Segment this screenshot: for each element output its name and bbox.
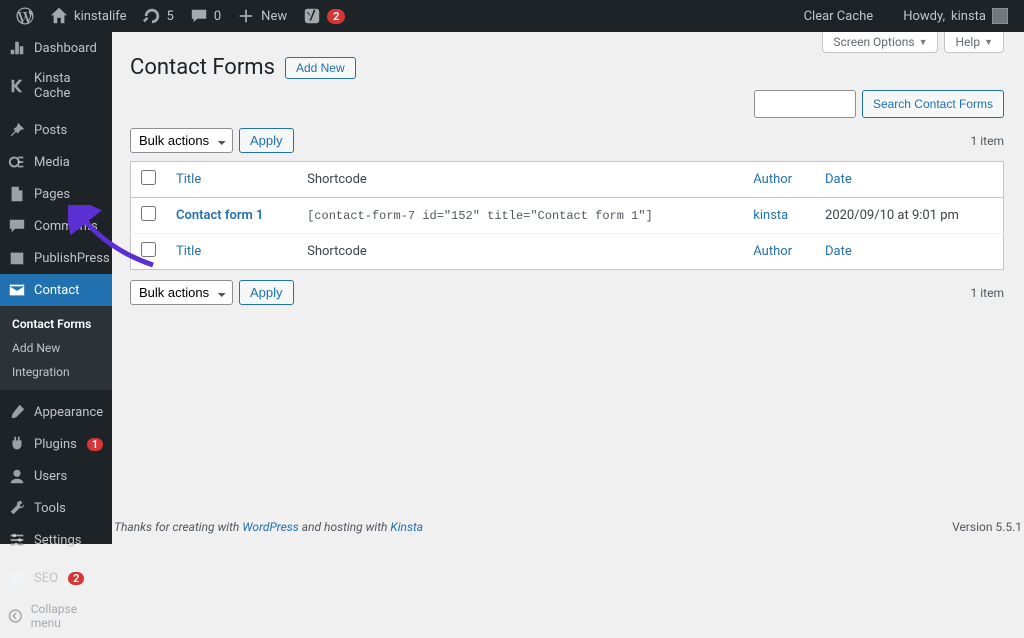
col-shortcode-foot: Shortcode bbox=[297, 234, 743, 270]
forms-table: Title Shortcode Author Date Contact form… bbox=[130, 161, 1004, 270]
select-all-bottom[interactable] bbox=[141, 242, 156, 257]
form-title-link[interactable]: Contact form 1 bbox=[176, 208, 263, 223]
wordpress-icon bbox=[16, 7, 34, 25]
menu-dashboard[interactable]: Dashboard bbox=[0, 32, 112, 64]
admin-sidebar: Dashboard Kinsta Cache Posts Media Pages… bbox=[0, 32, 112, 544]
clear-cache-label: Clear Cache bbox=[804, 9, 874, 24]
submenu-contact: Contact Forms Add New Integration bbox=[0, 306, 112, 390]
refresh-icon bbox=[143, 7, 161, 25]
comments[interactable]: 0 bbox=[182, 0, 229, 32]
plus-icon bbox=[237, 7, 255, 25]
row-checkbox[interactable] bbox=[141, 206, 156, 221]
menu-contact[interactable]: Contact bbox=[0, 274, 112, 306]
pin-icon bbox=[8, 121, 26, 139]
kinsta-link[interactable]: Kinsta bbox=[390, 520, 423, 534]
seo-badge: 2 bbox=[68, 572, 84, 585]
menu-kinsta-cache[interactable]: Kinsta Cache bbox=[0, 64, 112, 108]
plugins-badge: 1 bbox=[87, 438, 103, 451]
main-content: Screen Options▼ Help▼ Contact Forms Add … bbox=[112, 32, 1024, 544]
collapse-menu[interactable]: Collapse menu bbox=[0, 594, 112, 638]
menu-users[interactable]: Users bbox=[0, 460, 112, 492]
updates[interactable]: 5 bbox=[135, 0, 182, 32]
author-link[interactable]: kinsta bbox=[753, 208, 788, 223]
yoast-menu-icon bbox=[8, 569, 26, 587]
menu-pages[interactable]: Pages bbox=[0, 178, 112, 210]
screen-options-tab[interactable]: Screen Options▼ bbox=[822, 32, 938, 53]
yoast-badge: 2 bbox=[327, 9, 345, 24]
table-row: Contact form 1 [contact-form-7 id="152" … bbox=[131, 198, 1004, 234]
page-title: Contact Forms bbox=[130, 55, 275, 80]
calendar-icon bbox=[8, 249, 26, 267]
item-count-top: 1 item bbox=[971, 134, 1004, 148]
wrench-icon bbox=[8, 499, 26, 517]
menu-publishpress[interactable]: PublishPress bbox=[0, 242, 112, 274]
new-label: New bbox=[261, 9, 287, 24]
plug-icon bbox=[8, 435, 26, 453]
bulk-actions-select[interactable]: Bulk actions bbox=[130, 128, 233, 153]
add-new-button[interactable]: Add New bbox=[285, 57, 356, 79]
col-date-foot[interactable]: Date bbox=[815, 234, 1003, 270]
sliders-icon bbox=[8, 531, 26, 549]
apply-button-bottom[interactable]: Apply bbox=[239, 280, 294, 305]
item-count-bottom: 1 item bbox=[971, 286, 1004, 300]
howdy: Howdy, bbox=[903, 9, 945, 24]
avatar bbox=[992, 8, 1008, 24]
wp-logo[interactable] bbox=[8, 0, 42, 32]
col-author[interactable]: Author bbox=[743, 162, 815, 198]
col-title-foot[interactable]: Title bbox=[166, 234, 297, 270]
yoast[interactable]: 2 bbox=[295, 0, 353, 32]
col-title[interactable]: Title bbox=[166, 162, 297, 198]
new-content[interactable]: New bbox=[229, 0, 295, 32]
menu-settings[interactable]: Settings bbox=[0, 524, 112, 556]
user-icon bbox=[8, 467, 26, 485]
mail-icon bbox=[8, 281, 26, 299]
apply-button-top[interactable]: Apply bbox=[239, 128, 294, 153]
collapse-icon bbox=[8, 608, 23, 624]
brush-icon bbox=[8, 403, 26, 421]
col-date[interactable]: Date bbox=[815, 162, 1003, 198]
bulk-actions-select-bottom[interactable]: Bulk actions bbox=[130, 280, 233, 305]
media-icon bbox=[8, 153, 26, 171]
admin-bar: kinstalife 5 0 New 2 Clear Cache Howdy, … bbox=[0, 0, 1024, 32]
date-cell: 2020/09/10 at 9:01 pm bbox=[815, 198, 1003, 234]
chevron-down-icon: ▼ bbox=[919, 37, 928, 48]
search-button[interactable]: Search Contact Forms bbox=[862, 90, 1004, 118]
home-icon bbox=[50, 7, 68, 25]
col-shortcode: Shortcode bbox=[297, 162, 743, 198]
menu-media[interactable]: Media bbox=[0, 146, 112, 178]
site-name[interactable]: kinstalife bbox=[42, 0, 135, 32]
my-account[interactable]: Howdy, kinsta bbox=[895, 0, 1016, 32]
col-author-foot[interactable]: Author bbox=[743, 234, 815, 270]
submenu-add-new[interactable]: Add New bbox=[0, 336, 112, 360]
help-tab[interactable]: Help▼ bbox=[944, 32, 1004, 53]
search-input[interactable] bbox=[754, 90, 856, 118]
site-name-text: kinstalife bbox=[74, 9, 127, 24]
chevron-down-icon: ▼ bbox=[984, 37, 993, 48]
menu-posts[interactable]: Posts bbox=[0, 114, 112, 146]
comment-icon bbox=[190, 7, 208, 25]
submenu-integration[interactable]: Integration bbox=[0, 360, 112, 384]
menu-appearance[interactable]: Appearance bbox=[0, 396, 112, 428]
comments-count: 0 bbox=[214, 9, 221, 24]
page-icon bbox=[8, 185, 26, 203]
kinsta-icon bbox=[8, 77, 26, 95]
clear-cache[interactable]: Clear Cache bbox=[796, 0, 882, 32]
select-all-top[interactable] bbox=[141, 170, 156, 185]
dashboard-icon bbox=[8, 39, 26, 57]
username: kinsta bbox=[951, 9, 986, 24]
shortcode-text[interactable]: [contact-form-7 id="152" title="Contact … bbox=[307, 209, 653, 223]
menu-comments[interactable]: Comments bbox=[0, 210, 112, 242]
menu-seo[interactable]: SEO2 bbox=[0, 562, 112, 594]
version-text: Version 5.5.1 bbox=[952, 520, 1022, 534]
admin-footer: Thanks for creating with WordPress and h… bbox=[112, 510, 1024, 544]
wordpress-link[interactable]: WordPress bbox=[242, 520, 299, 534]
yoast-icon bbox=[303, 7, 321, 25]
updates-count: 5 bbox=[167, 9, 174, 24]
menu-plugins[interactable]: Plugins1 bbox=[0, 428, 112, 460]
comments-icon bbox=[8, 217, 26, 235]
menu-tools[interactable]: Tools bbox=[0, 492, 112, 524]
submenu-contact-forms[interactable]: Contact Forms bbox=[0, 312, 112, 336]
